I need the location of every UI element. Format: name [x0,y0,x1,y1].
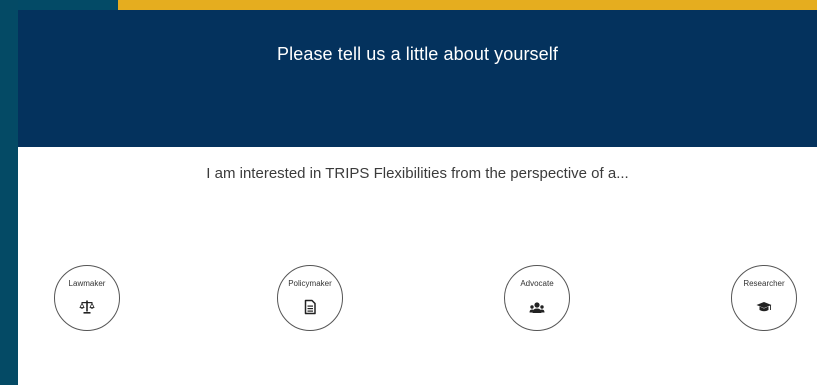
profile-modal: Please tell us a little about yourself I… [18,10,817,385]
option-advocate-button[interactable]: Advocate [504,265,570,331]
graduation-cap-icon [756,302,772,312]
option-advocate-label: Advocate [520,279,554,288]
option-policymaker-button[interactable]: Policymaker [277,265,343,331]
option-researcher-label: Researcher [743,279,785,288]
modal-title: Please tell us a little about yourself [277,44,558,64]
option-lawmaker-button[interactable]: Lawmaker [54,265,120,331]
users-icon [529,302,545,313]
modal-subtitle: I am interested in TRIPS Flexibilities f… [206,165,629,182]
modal-header: Please tell us a little about yourself [18,10,817,147]
page-background [0,0,18,385]
option-researcher-button[interactable]: Researcher [731,265,797,331]
option-policymaker-label: Policymaker [288,279,332,288]
scales-icon [79,300,95,314]
accent-strip [118,0,817,10]
document-icon [304,299,316,315]
option-lawmaker-label: Lawmaker [68,279,106,288]
